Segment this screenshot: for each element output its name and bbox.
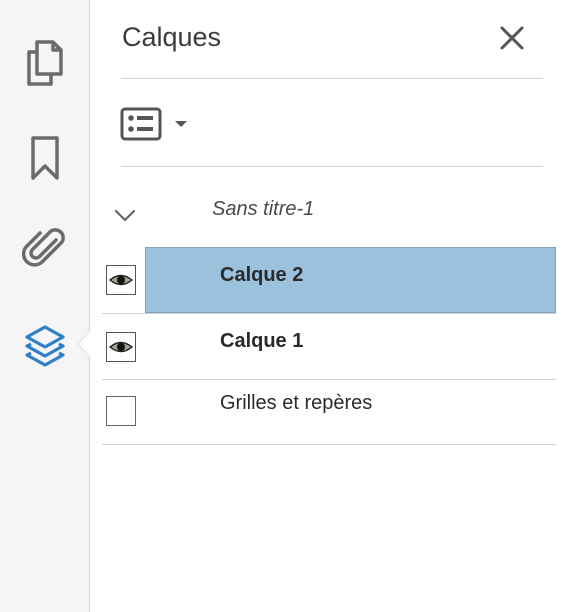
layer-row[interactable]: Grilles et repères xyxy=(102,380,556,446)
navigation-rail xyxy=(0,0,90,612)
attachments-button[interactable] xyxy=(0,218,89,278)
layers-button[interactable] xyxy=(0,316,89,376)
close-icon xyxy=(500,26,524,50)
layer-row[interactable]: Calque 2 xyxy=(102,247,556,313)
visibility-toggle[interactable] xyxy=(106,332,136,362)
selection-highlight xyxy=(145,247,556,313)
pages-button[interactable] xyxy=(0,33,89,93)
eye-icon xyxy=(109,274,133,286)
layer-name: Calque 2 xyxy=(220,264,304,286)
expand-chevron-icon[interactable] xyxy=(112,202,138,228)
document-row[interactable]: Sans titre-1 xyxy=(102,188,542,238)
pages-icon xyxy=(26,40,63,86)
chevron-down-icon xyxy=(175,121,187,127)
layers-panel: Calques Sans titre-1 Calque 2 Calque 1 G… xyxy=(90,0,566,612)
bookmarks-button[interactable] xyxy=(0,128,89,188)
options-menu-button[interactable] xyxy=(120,104,192,144)
divider xyxy=(102,444,556,445)
divider xyxy=(121,78,543,79)
visibility-toggle[interactable] xyxy=(106,265,136,295)
divider xyxy=(121,166,543,167)
layer-name: Grilles et repères xyxy=(220,392,373,414)
eye-icon xyxy=(109,341,133,353)
layers-icon xyxy=(24,325,65,367)
document-name: Sans titre-1 xyxy=(212,198,315,220)
layer-row[interactable]: Calque 1 xyxy=(102,314,556,380)
panel-title: Calques xyxy=(122,22,222,52)
visibility-toggle[interactable] xyxy=(106,396,136,426)
layer-name: Calque 1 xyxy=(220,330,304,352)
attachment-icon xyxy=(21,228,65,267)
list-options-icon xyxy=(120,107,162,141)
bookmark-icon xyxy=(30,136,59,180)
close-button[interactable] xyxy=(494,20,530,56)
